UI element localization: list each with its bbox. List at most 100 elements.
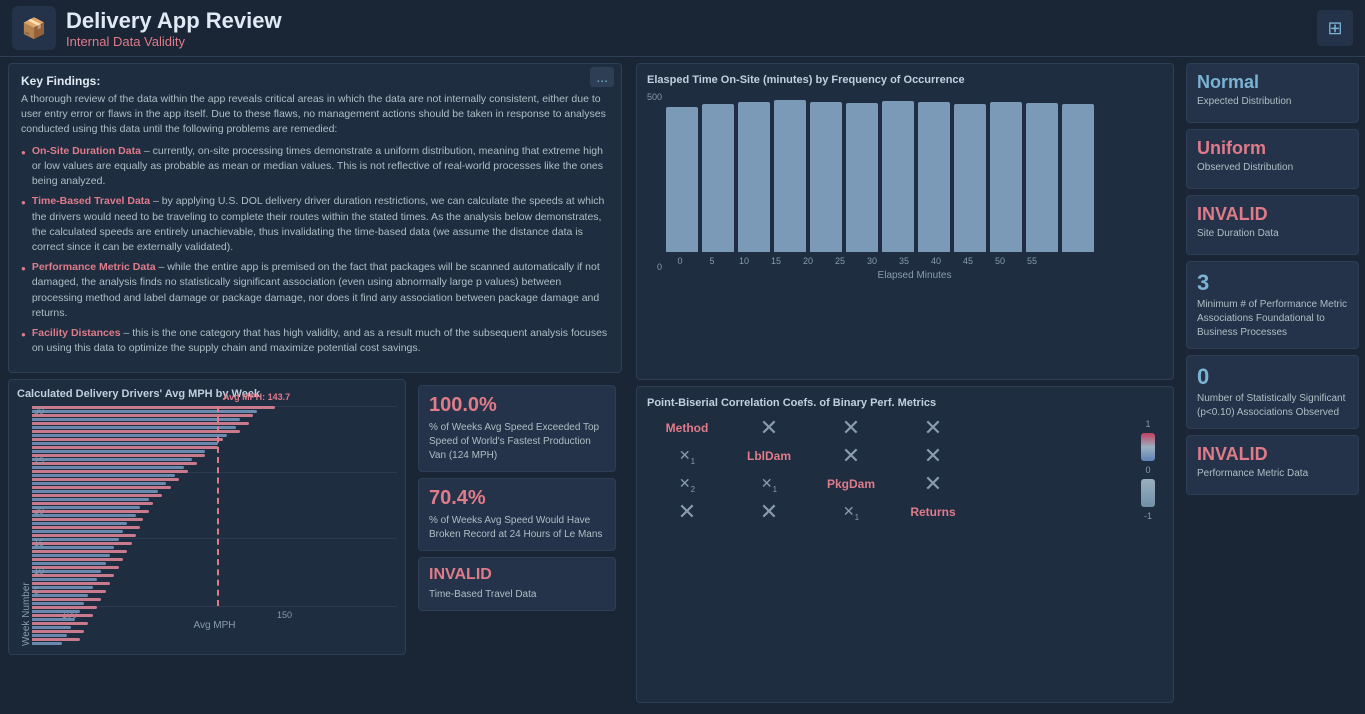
- badge-three-label: Minimum # of Performance Metric Associat…: [1197, 298, 1348, 340]
- bar-row-30: [32, 406, 275, 413]
- avg-label: Avg MPH: 143.7: [223, 392, 290, 402]
- x-tick-150: 150: [277, 610, 292, 620]
- x-r2c1: ✕1: [679, 447, 695, 466]
- badge-normal: Normal Expected Distribution: [1186, 63, 1359, 123]
- bar-row-27: [32, 430, 240, 437]
- bar-row-21: [32, 478, 179, 485]
- findings-wrapper: ... Key Findings: A thorough review of t…: [8, 63, 622, 373]
- bar-col-24: [32, 454, 205, 461]
- app-icon: 📦: [12, 6, 56, 50]
- corr-r3c3: PkgDam: [811, 471, 891, 497]
- stat-box-2: 70.4% % of Weeks Avg Speed Would Have Br…: [418, 478, 616, 551]
- finding-item-4: ● Facility Distances – this is the one c…: [21, 326, 609, 356]
- badge-invalid-site: INVALID Site Duration Data: [1186, 195, 1359, 255]
- blue-bar-27: [32, 434, 227, 437]
- finding-label-2: Time-Based Travel Data: [32, 195, 150, 207]
- stat-box-3: INVALID Time-Based Travel Data: [418, 557, 616, 611]
- pink-bar-25: [32, 446, 218, 449]
- blue-bar-17: [32, 514, 136, 517]
- el-x-0: 0: [666, 256, 694, 266]
- elapsed-y-bottom: 0: [647, 262, 662, 272]
- blue-bar-3: [32, 626, 71, 629]
- corr-r1c4: ✕: [893, 415, 973, 441]
- corr-r3c4: ✕: [893, 471, 973, 497]
- badge-zero: 0 Number of Statistically Significant (p…: [1186, 355, 1359, 429]
- badge-invalid-site-value: INVALID: [1197, 204, 1348, 225]
- corr-content: Method ✕ ✕ ✕ ✕1 LblDam ✕ ✕ ✕2 ✕1 PkgDam …: [647, 415, 1163, 525]
- pink-bar-26: [32, 438, 223, 441]
- blue-bar-6: [32, 602, 84, 605]
- y-tick-10: 10: [34, 566, 44, 576]
- x-r1c2: ✕: [760, 415, 778, 441]
- corr-r2c2: LblDam: [729, 443, 809, 469]
- elapsed-bar-2: [738, 102, 770, 252]
- pink-bar-19: [32, 494, 162, 497]
- bar-col-17: [32, 510, 149, 517]
- blue-bar-1: [32, 642, 62, 645]
- bar-col-22: [32, 470, 188, 477]
- blue-bar-25: [32, 450, 205, 453]
- blue-bar-14: [32, 538, 119, 541]
- window-controls[interactable]: ⊞: [1317, 10, 1353, 46]
- pink-bar-8: [32, 582, 110, 585]
- pink-bar-10: [32, 566, 119, 569]
- colorbar-bottom: [1141, 479, 1155, 507]
- middle-column: Elasped Time On-Site (minutes) by Freque…: [630, 57, 1180, 709]
- y-tick-25: 25: [34, 456, 44, 466]
- blue-bar-7: [32, 594, 88, 597]
- blue-bar-30: [32, 410, 257, 413]
- bar-lower-section: Calculated Delivery Drivers' Avg MPH by …: [8, 379, 622, 655]
- blue-bar-19: [32, 498, 149, 501]
- elapsed-bars: [666, 92, 1163, 252]
- blue-bar-8: [32, 586, 93, 589]
- header-titles: Delivery App Review Internal Data Validi…: [66, 8, 282, 49]
- bar-row-23: [32, 462, 197, 469]
- stat-box-1: 100.0% % of Weeks Avg Speed Exceeded Top…: [418, 385, 616, 472]
- badge-normal-value: Normal: [1197, 72, 1348, 93]
- bar-col-18: [32, 502, 153, 509]
- avg-line: Avg MPH: 143.7: [217, 406, 219, 606]
- x-r3c2: ✕1: [761, 475, 777, 494]
- corr-r4c4: Returns: [893, 499, 973, 525]
- finding-text-2: Time-Based Travel Data – by applying U.S…: [32, 194, 609, 255]
- bar-col-9: [32, 574, 114, 581]
- bar-col-6: [32, 598, 101, 605]
- pink-bar-1: [32, 638, 80, 641]
- bar-col-12: [32, 550, 127, 557]
- bar-row-10: [32, 566, 119, 573]
- more-button[interactable]: ...: [590, 67, 614, 87]
- x-r2c3: ✕: [842, 443, 860, 469]
- bar-row-5: [32, 606, 97, 613]
- pink-bar-6: [32, 598, 101, 601]
- el-x-20: 20: [794, 256, 822, 266]
- x-r2c4: ✕: [924, 443, 942, 469]
- corr-r2c4: ✕: [893, 443, 973, 469]
- y-tick-20: 20: [34, 506, 44, 516]
- bar-row-1: [32, 638, 80, 645]
- bar-row-25: [32, 446, 218, 453]
- elapsed-bar-4: [810, 102, 842, 252]
- bar-row-8: [32, 582, 110, 589]
- bar-col-21: [32, 478, 179, 485]
- bar-row-12: [32, 550, 127, 557]
- right-column: Normal Expected Distribution Uniform Obs…: [1180, 57, 1365, 709]
- corr-title: Point-Biserial Correlation Coefs. of Bin…: [647, 397, 1163, 409]
- corr-r1c2: ✕: [729, 415, 809, 441]
- blue-bar-29: [32, 418, 240, 421]
- pink-bar-15: [32, 526, 140, 529]
- pink-bar-11: [32, 558, 123, 561]
- pink-bar-20: [32, 486, 171, 489]
- bar-chart-panel: Calculated Delivery Drivers' Avg MPH by …: [8, 379, 406, 655]
- el-x-55: 55: [1018, 256, 1046, 266]
- pink-bar-23: [32, 462, 197, 465]
- page-subtitle: Internal Data Validity: [66, 34, 282, 49]
- bar-col-10: [32, 566, 119, 573]
- blue-bar-12: [32, 554, 110, 557]
- pink-bar-30: [32, 406, 275, 409]
- elapsed-y-axis: 500 0: [647, 92, 662, 272]
- finding-text-3: Performance Metric Data – while the enti…: [32, 260, 609, 321]
- blue-bar-9: [32, 578, 97, 581]
- badge-zero-value: 0: [1197, 364, 1348, 390]
- corr-r2c3: ✕: [811, 443, 891, 469]
- bar-row-19: [32, 494, 162, 501]
